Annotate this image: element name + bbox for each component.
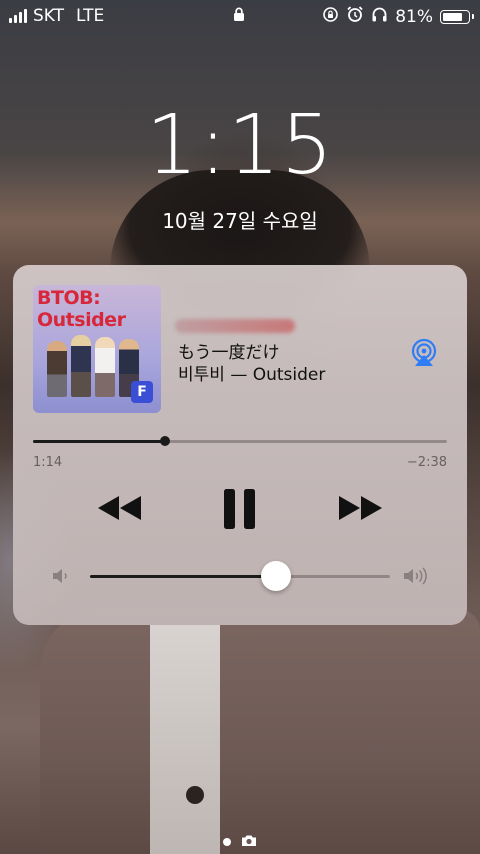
camera-icon[interactable]: [241, 832, 257, 851]
battery-percent: 81%: [395, 6, 433, 27]
headphones-icon: [371, 6, 388, 28]
album-artwork[interactable]: BTOB: Outsider F: [33, 285, 161, 413]
lock-screen-date: 10월 27일 수요일: [162, 209, 318, 233]
status-left: SKT LTE: [9, 6, 104, 26]
rotation-lock-icon: [322, 6, 339, 28]
battery-icon: [440, 9, 474, 24]
wallpaper-coat: [40, 610, 480, 854]
volume-slider[interactable]: [90, 561, 390, 591]
volume-control: [13, 555, 467, 595]
song-artist-album: 비투비 — Outsider: [178, 365, 326, 385]
wallpaper-button: [186, 786, 204, 804]
rewind-icon[interactable]: [97, 495, 143, 525]
airplay-icon[interactable]: [409, 337, 439, 367]
status-right: 81%: [322, 5, 474, 28]
volume-fill: [90, 575, 276, 578]
album-art-title: BTOB: Outsider: [37, 287, 126, 331]
lock-icon: [233, 7, 245, 27]
volume-low-icon: [51, 566, 71, 590]
volume-high-icon: [402, 565, 434, 591]
status-bar: SKT LTE 81%: [0, 0, 480, 32]
time-text: 1:15: [145, 98, 335, 193]
wallpaper-shirt: [150, 625, 220, 854]
page-dot: [223, 837, 231, 846]
now-playing-widget[interactable]: BTOB: Outsider F もう一度だけ 비투비 — Outsider 1…: [13, 265, 467, 625]
album-badge: F: [131, 381, 153, 403]
playback-controls: [13, 485, 467, 535]
playback-progress-bar[interactable]: [33, 436, 447, 446]
fast-forward-icon[interactable]: [337, 495, 383, 525]
pause-icon[interactable]: [223, 488, 257, 534]
network-label: LTE: [76, 6, 105, 26]
signal-icon: [9, 9, 27, 23]
page-indicator: [0, 832, 480, 851]
battery-fill: [443, 12, 463, 21]
lock-screen-time: 1:15: [0, 98, 480, 193]
alarm-icon: [346, 5, 364, 28]
time-remaining: −2:38: [406, 455, 447, 470]
carrier-label: SKT: [33, 6, 65, 26]
volume-slider-thumb[interactable]: [261, 561, 291, 591]
time-elapsed: 1:14: [33, 455, 63, 470]
progress-fill: [33, 440, 166, 443]
source-app-label-blurred: [175, 319, 295, 333]
progress-scrubber[interactable]: [160, 436, 171, 446]
